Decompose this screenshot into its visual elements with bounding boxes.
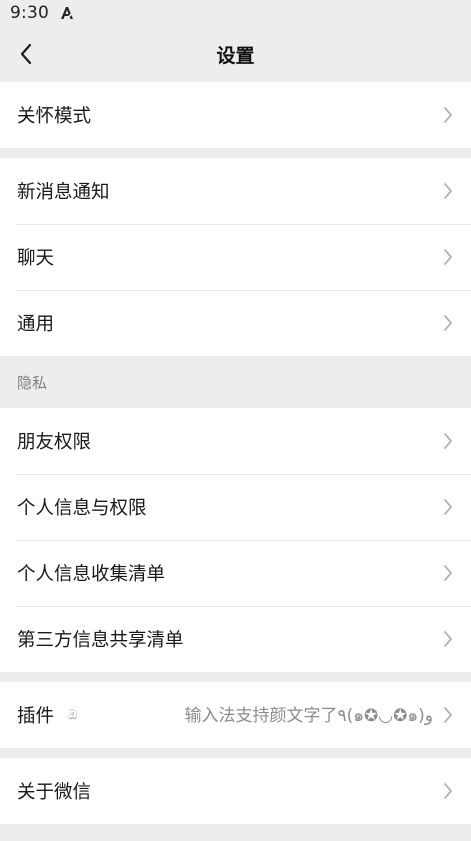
chevron-left-icon <box>20 43 32 65</box>
section-header-privacy: 隐私 <box>0 356 471 408</box>
row-general[interactable]: 通用 <box>0 290 471 356</box>
chevron-right-icon <box>441 431 455 451</box>
chevron-right-icon <box>441 313 455 333</box>
row-label: 个人信息与权限 <box>17 498 147 519</box>
row-label: 插件 <box>17 706 55 727</box>
row-label: 关于微信 <box>17 782 92 803</box>
chevron-right-icon <box>441 497 455 517</box>
chevron-right-icon <box>441 563 455 583</box>
row-label: 通用 <box>17 314 55 335</box>
group-plugins: 插件 ඔ 输入法支持颜文字了٩(๑✪◡✪๑)و <box>0 682 471 748</box>
row-label: 关怀模式 <box>17 106 92 127</box>
row-label: 聊天 <box>17 248 55 269</box>
row-personal-info-permissions[interactable]: 个人信息与权限 <box>0 474 471 540</box>
group-about: 关于微信 <box>0 758 471 824</box>
chevron-right-icon <box>441 705 455 725</box>
chevron-right-icon <box>441 181 455 201</box>
page-title: 设置 <box>216 44 255 67</box>
nav-bar: 设置 <box>0 26 471 82</box>
row-third-party-sharing[interactable]: 第三方信息共享清单 <box>0 606 471 672</box>
row-plugins[interactable]: 插件 ඔ 输入法支持颜文字了٩(๑✪◡✪๑)و <box>0 682 471 748</box>
a-font-icon <box>59 5 75 21</box>
chevron-right-icon <box>441 781 455 801</box>
chevron-right-icon <box>441 247 455 267</box>
status-time: 9:30 <box>10 3 49 23</box>
row-label: 个人信息收集清单 <box>17 564 166 585</box>
row-friend-permissions[interactable]: 朋友权限 <box>0 408 471 474</box>
row-label: 新消息通知 <box>17 182 110 203</box>
row-notifications[interactable]: 新消息通知 <box>0 158 471 224</box>
chevron-right-icon <box>441 105 455 125</box>
row-about[interactable]: 关于微信 <box>0 758 471 824</box>
row-personal-info-collection[interactable]: 个人信息收集清单 <box>0 540 471 606</box>
chevron-right-icon <box>441 629 455 649</box>
row-label: 朋友权限 <box>17 432 92 453</box>
group-general: 新消息通知 聊天 通用 <box>0 158 471 356</box>
row-chat[interactable]: 聊天 <box>0 224 471 290</box>
plugins-value: 输入法支持颜文字了٩(๑✪◡✪๑)و <box>184 706 433 726</box>
sticker-icon: ඔ <box>68 707 78 723</box>
group-privacy: 朋友权限 个人信息与权限 个人信息收集清单 第三方信息共享清单 <box>0 408 471 672</box>
row-care-mode[interactable]: 关怀模式 <box>0 82 471 148</box>
group-care: 关怀模式 <box>0 82 471 148</box>
back-button[interactable] <box>10 38 42 70</box>
status-bar: 9:30 <box>0 0 471 26</box>
row-label: 第三方信息共享清单 <box>17 630 184 651</box>
